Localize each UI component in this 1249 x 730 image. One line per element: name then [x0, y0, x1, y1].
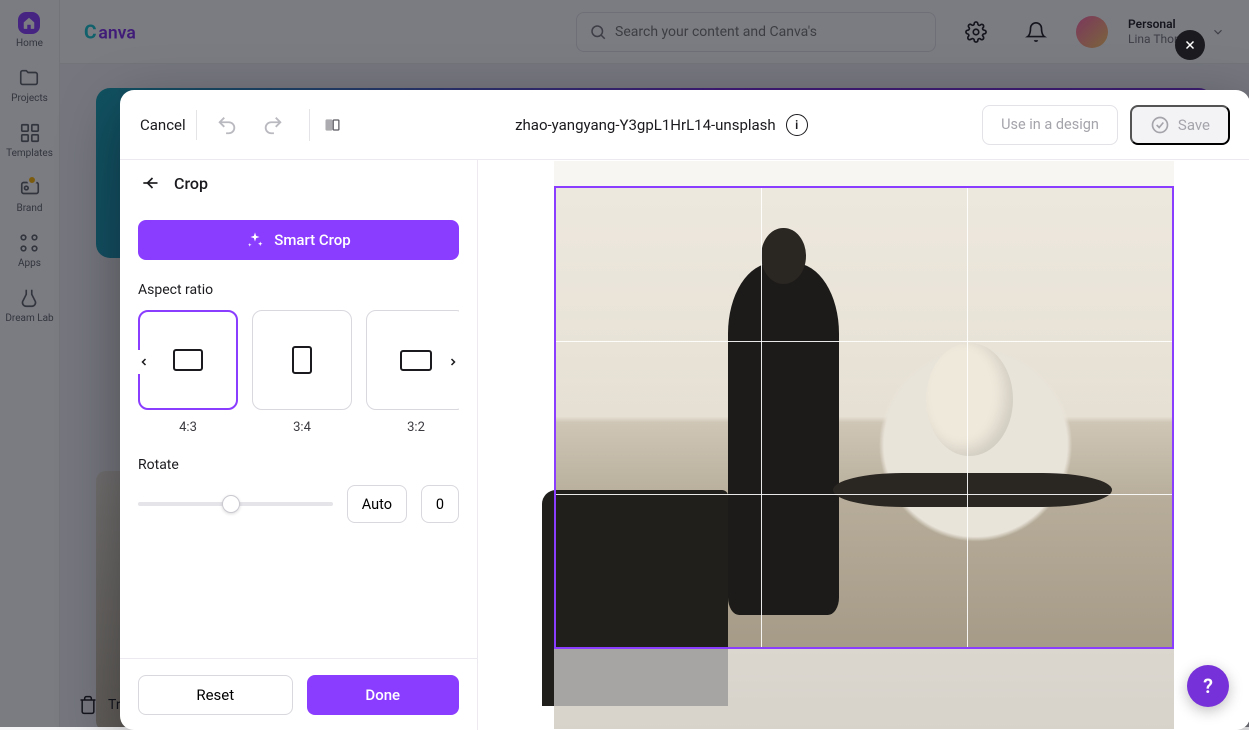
ratio-label: 3:4: [293, 420, 311, 435]
undo-icon: [216, 114, 238, 136]
panel-title: Crop: [174, 174, 208, 193]
aspect-ratio-label: Aspect ratio: [138, 282, 459, 298]
crop-panel: Crop Smart Crop Aspect ratio 4: [120, 160, 478, 730]
panel-header: Crop: [120, 160, 477, 206]
ratio-prev[interactable]: [138, 350, 154, 374]
undo-button[interactable]: [211, 109, 243, 141]
redo-icon: [262, 114, 284, 136]
rotate-slider[interactable]: [138, 502, 333, 506]
chevron-right-icon: [447, 356, 459, 368]
crop-canvas: [478, 160, 1249, 730]
rotate-label: Rotate: [138, 457, 459, 473]
save-label: Save: [1178, 116, 1210, 134]
compare-button[interactable]: [309, 109, 341, 141]
ratio-label: 4:3: [179, 420, 197, 435]
file-title: zhao-yangyang-Y3gpL1HrL14-unsplash i: [515, 114, 808, 136]
rotate-value-input[interactable]: [421, 485, 459, 523]
cancel-button[interactable]: Cancel: [140, 110, 197, 140]
redo-button[interactable]: [257, 109, 289, 141]
done-button[interactable]: Done: [307, 675, 460, 715]
image-stage[interactable]: [554, 161, 1174, 729]
check-circle-icon: [1150, 115, 1170, 135]
compare-icon: [324, 114, 341, 136]
modal-header: Cancel zhao-yangyang-Y3gpL1HrL14-unsplas…: [120, 90, 1249, 160]
back-arrow-icon[interactable]: [140, 173, 160, 193]
crop-mask-bottom: [554, 649, 1174, 729]
save-button[interactable]: Save: [1130, 105, 1230, 145]
ratio-label: 3:2: [407, 420, 425, 435]
crop-modal: Cancel zhao-yangyang-Y3gpL1HrL14-unsplas…: [120, 90, 1249, 730]
crop-mask-top: [554, 161, 1174, 186]
smart-crop-button[interactable]: Smart Crop: [138, 220, 459, 260]
sparkle-icon: [246, 231, 264, 249]
close-icon: [1183, 38, 1197, 52]
info-icon[interactable]: i: [786, 114, 808, 136]
rotate-controls: Auto: [138, 485, 459, 523]
slider-thumb[interactable]: [222, 495, 240, 513]
chevron-left-icon: [138, 356, 150, 368]
use-in-design-button[interactable]: Use in a design: [982, 105, 1118, 145]
help-button[interactable]: ?: [1187, 665, 1229, 707]
rotate-auto-button[interactable]: Auto: [347, 485, 407, 523]
reset-button[interactable]: Reset: [138, 675, 293, 715]
aspect-ratio-options: 4:3 3:4 3:2: [138, 310, 459, 435]
ratio-next[interactable]: [443, 350, 459, 374]
close-modal-button[interactable]: [1175, 30, 1205, 60]
ratio-3-4[interactable]: 3:4: [252, 310, 352, 435]
filename-text[interactable]: zhao-yangyang-Y3gpL1HrL14-unsplash: [515, 116, 776, 134]
modal-body: Crop Smart Crop Aspect ratio 4: [120, 160, 1249, 730]
panel-footer: Reset Done: [120, 658, 477, 730]
source-image: [554, 161, 1174, 729]
smart-crop-label: Smart Crop: [274, 231, 350, 249]
